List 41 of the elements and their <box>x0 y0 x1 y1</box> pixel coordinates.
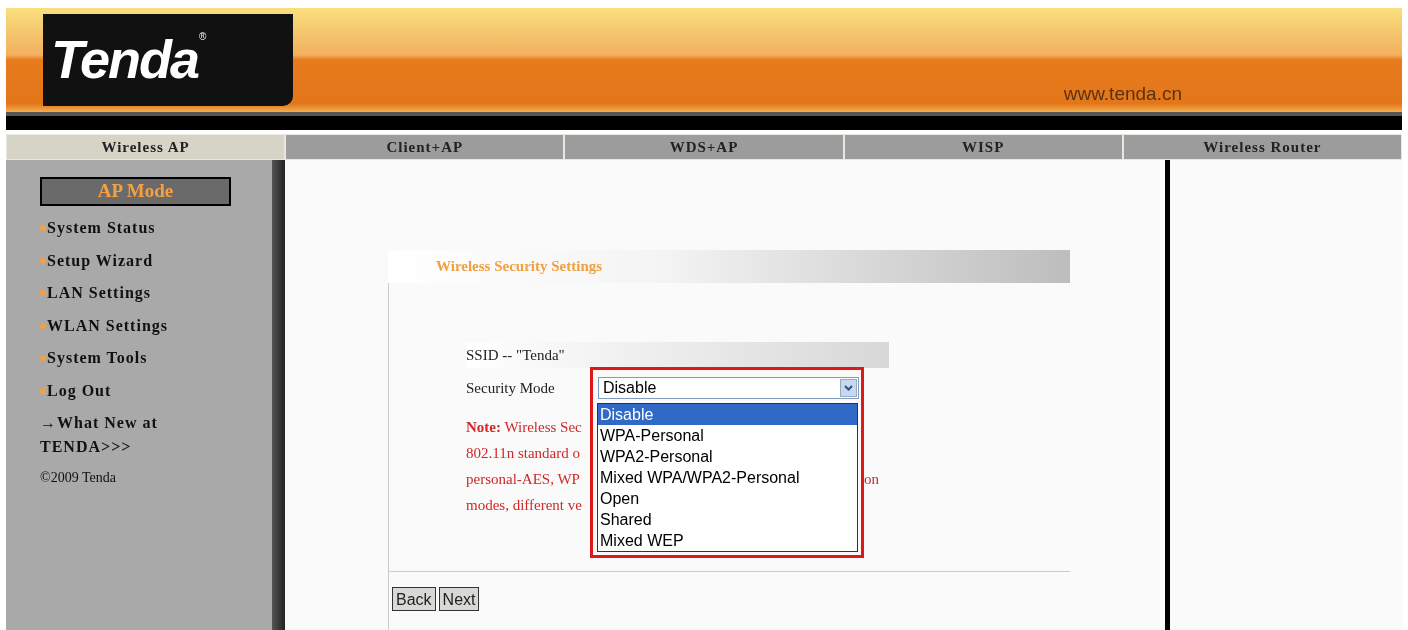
sidebar-title: AP Mode <box>40 177 231 206</box>
bullet-icon <box>40 225 46 232</box>
mode-tab[interactable]: Wireless AP <box>6 134 286 160</box>
sidebar-link[interactable]: WLAN Settings <box>47 313 168 338</box>
dropdown-option[interactable]: Mixed WPA/WPA2-Personal <box>598 467 857 488</box>
mode-tab[interactable]: WDS+AP <box>564 134 844 160</box>
bullet-icon <box>40 355 46 362</box>
security-mode-label: Security Mode <box>466 378 556 398</box>
bullet-icon <box>40 290 46 297</box>
note-text: 802.11n standard o <box>466 443 580 463</box>
logo: Tenda® <box>43 14 293 106</box>
note-text: Note: Wireless Sec <box>466 417 582 437</box>
ssid-label: SSID -- "Tenda" <box>466 345 565 365</box>
dropdown-option[interactable]: Open <box>598 488 857 509</box>
panel-title: Wireless Security Settings <box>436 257 603 277</box>
sidebar-link[interactable]: System Tools <box>47 346 148 371</box>
website-url: www.tenda.cn <box>1063 81 1182 106</box>
dropdown-option[interactable]: WPA-Personal <box>598 425 857 446</box>
nav-button[interactable]: Next <box>438 587 480 611</box>
sidebar-link[interactable]: Log Out <box>47 378 112 403</box>
nav-button[interactable]: Back <box>392 587 436 611</box>
news-link[interactable]: →What New at TENDA>>> <box>40 411 200 459</box>
bullet-icon <box>40 387 46 394</box>
bullet-icon <box>40 322 46 329</box>
mode-tab[interactable]: Client+AP <box>285 134 565 160</box>
copyright: ©2009 Tenda <box>40 469 117 487</box>
bullet-icon <box>40 257 46 264</box>
sidebar-link[interactable]: LAN Settings <box>47 281 151 306</box>
dropdown-option[interactable]: Disable <box>598 404 857 425</box>
dropdown-option[interactable]: Mixed WEP <box>598 530 857 551</box>
sidebar-link[interactable]: System Status <box>47 216 156 241</box>
dropdown-option[interactable]: WPA2-Personal <box>598 446 857 467</box>
mode-tab[interactable]: WISP <box>843 134 1123 160</box>
note-text: on <box>864 469 879 489</box>
dropdown-option[interactable]: Shared <box>598 509 857 530</box>
sidebar-link[interactable]: Setup Wizard <box>47 248 154 273</box>
caret-icon <box>840 379 857 397</box>
mode-tab[interactable]: Wireless Router <box>1122 134 1402 160</box>
security-mode-select[interactable]: Disable <box>598 377 859 399</box>
note-text: modes, different ve <box>466 495 582 515</box>
note-text: personal-AES, WP <box>466 469 580 489</box>
